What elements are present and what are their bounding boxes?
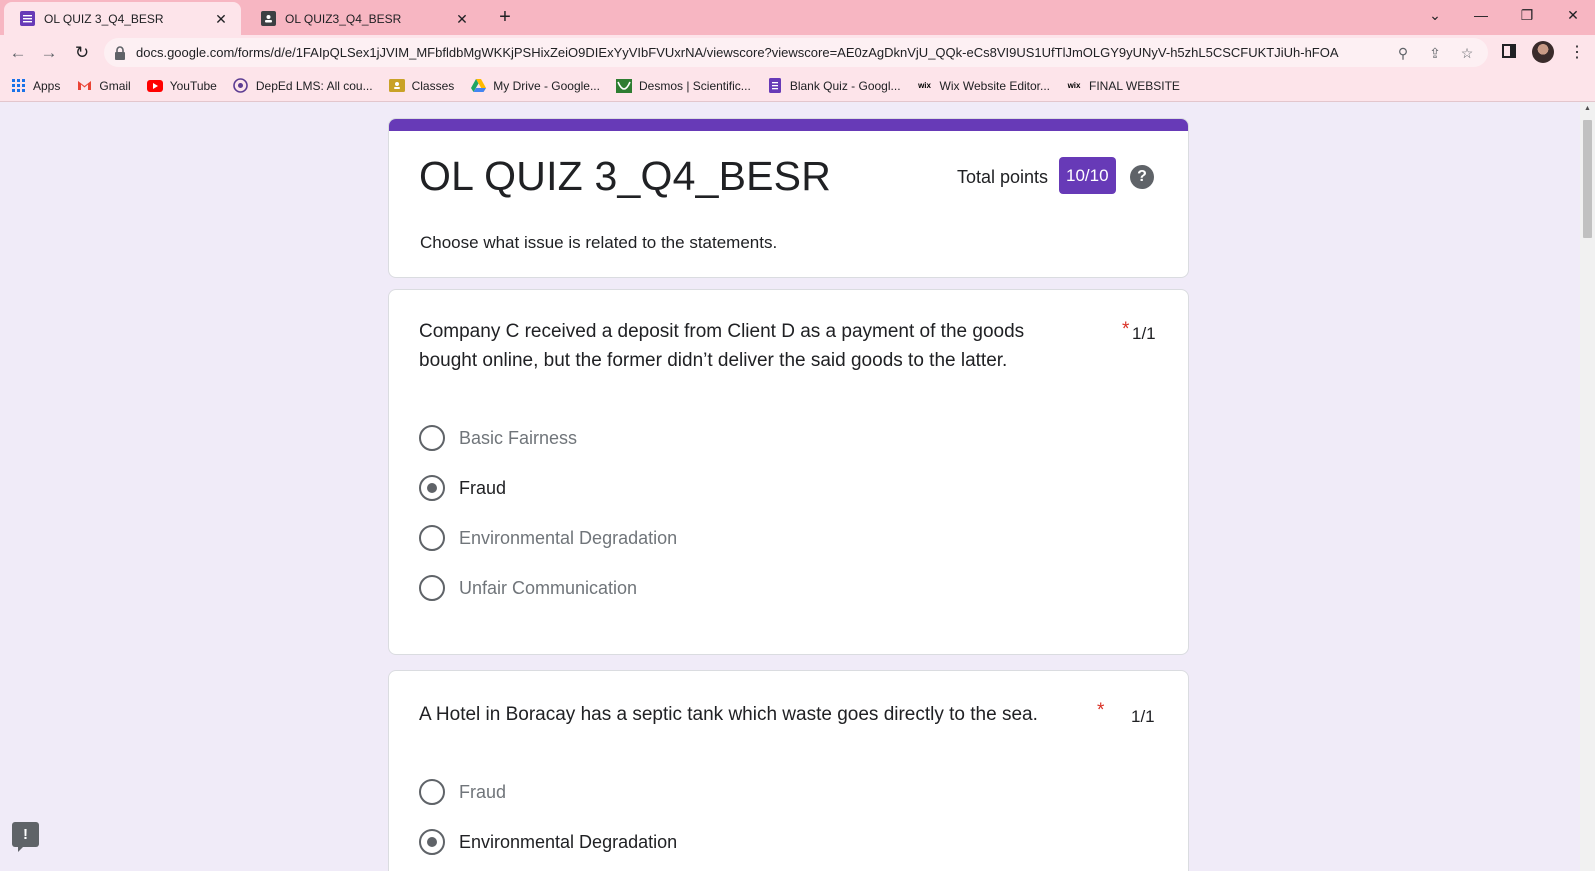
forward-icon[interactable]: → bbox=[37, 41, 61, 65]
option-label: Unfair Communication bbox=[459, 577, 638, 598]
question-text: Company C received a deposit from Client… bbox=[419, 321, 1025, 371]
bookmark-item[interactable]: DepEd LMS: All cou... bbox=[233, 78, 373, 94]
question-text: A Hotel in Boracay has a septic tank whi… bbox=[419, 704, 1038, 725]
form-header-card: OL QUIZ 3_Q4_BESR Choose what issue is r… bbox=[388, 118, 1189, 278]
tab-search-icon[interactable]: ⌄ bbox=[1420, 4, 1450, 26]
browser-toolbar: ← → ↻ docs.google.com/forms/d/e/1FAIpQLS… bbox=[0, 35, 1595, 70]
form-description: Choose what issue is related to the stat… bbox=[420, 233, 778, 252]
contact-card-icon bbox=[261, 11, 276, 26]
bookmark-label: Wix Website Editor... bbox=[939, 78, 1051, 93]
bookmark-item[interactable]: YouTube bbox=[146, 78, 217, 94]
apps-grid-icon bbox=[10, 78, 26, 94]
bookmark-label: Gmail bbox=[99, 78, 131, 93]
bookmark-item[interactable]: Blank Quiz - Googl... bbox=[767, 78, 901, 94]
close-tab-icon[interactable]: ✕ bbox=[213, 11, 229, 27]
bookmark-item[interactable]: Classes bbox=[388, 78, 455, 94]
back-icon[interactable]: ← bbox=[6, 41, 30, 65]
google-forms-icon bbox=[20, 11, 35, 26]
bookmark-label: DepEd LMS: All cou... bbox=[255, 78, 373, 93]
page-viewport: OL QUIZ 3_Q4_BESR Choose what issue is r… bbox=[0, 102, 1580, 871]
reload-icon[interactable]: ↻ bbox=[70, 41, 94, 65]
help-icon[interactable]: ? bbox=[1130, 165, 1154, 189]
scroll-up-icon[interactable]: ▲ bbox=[1583, 104, 1592, 113]
question-points: 1/1 bbox=[1132, 324, 1156, 343]
scrollbar-thumb[interactable] bbox=[1583, 120, 1592, 238]
share-icon[interactable]: ⇪ bbox=[1424, 42, 1446, 64]
option-label: Fraud bbox=[459, 781, 507, 802]
bookmark-item[interactable]: Apps bbox=[10, 78, 60, 94]
close-window-icon[interactable]: ✕ bbox=[1558, 4, 1588, 26]
header-accent-bar bbox=[389, 119, 1188, 131]
bookmark-item[interactable]: wix FINAL WEBSITE bbox=[1066, 78, 1180, 94]
bookmark-label: Apps bbox=[33, 78, 61, 93]
bookmark-label: FINAL WEBSITE bbox=[1089, 78, 1180, 93]
close-tab-icon[interactable]: ✕ bbox=[454, 11, 470, 27]
tab-title: OL QUIZ 3_Q4_BESR bbox=[44, 11, 164, 26]
option-basic-fairness[interactable]: Basic Fairness bbox=[419, 423, 577, 453]
desmos-icon bbox=[615, 78, 632, 94]
option-unfair-communication[interactable]: Unfair Communication bbox=[419, 573, 637, 603]
required-asterisk: * bbox=[1097, 700, 1105, 721]
address-bar[interactable]: docs.google.com/forms/d/e/1FAIpQLSex1jJV… bbox=[104, 38, 1488, 67]
bookmark-item[interactable]: Desmos | Scientific... bbox=[615, 78, 751, 94]
side-panel-icon[interactable] bbox=[1502, 44, 1516, 58]
bookmark-label: Blank Quiz - Googl... bbox=[789, 78, 901, 93]
option-label: Environmental Degradation bbox=[459, 527, 678, 548]
restore-icon[interactable]: ❐ bbox=[1512, 4, 1542, 26]
option-fraud[interactable]: Fraud bbox=[419, 777, 506, 807]
required-asterisk: * bbox=[1122, 319, 1130, 340]
bookmark-star-icon[interactable]: ☆ bbox=[1456, 42, 1478, 64]
lock-icon bbox=[115, 45, 125, 60]
bookmark-item[interactable]: Gmail bbox=[76, 78, 131, 94]
zoom-icon[interactable]: ⚲ bbox=[1392, 42, 1414, 64]
tab-ol-quiz3[interactable]: OL QUIZ3_Q4_BESR ✕ bbox=[245, 2, 482, 35]
bookmark-label: YouTube bbox=[169, 78, 217, 93]
bookmark-label: My Drive - Google... bbox=[493, 78, 600, 93]
url-text: docs.google.com/forms/d/e/1FAIpQLSex1jJV… bbox=[136, 45, 1339, 60]
radio-button-checked[interactable] bbox=[419, 475, 445, 501]
youtube-icon bbox=[146, 78, 163, 94]
radio-button-checked[interactable] bbox=[419, 829, 445, 855]
browser-menu-icon[interactable]: ⋮ bbox=[1567, 41, 1587, 65]
radio-button[interactable] bbox=[419, 425, 445, 451]
bookmarks-bar: Apps Gmail YouTube DepEd LMS: All cou... Cla… bbox=[0, 70, 1595, 102]
classroom-icon bbox=[388, 78, 405, 94]
form-title: OL QUIZ 3_Q4_BESR bbox=[419, 153, 832, 199]
tab-strip: OL QUIZ 3_Q4_BESR ✕ OL QUIZ3_Q4_BESR ✕ +… bbox=[0, 0, 1595, 35]
score-badge: 10/10 bbox=[1059, 157, 1116, 194]
option-label: Basic Fairness bbox=[459, 427, 578, 448]
tab-ol-quiz-3[interactable]: OL QUIZ 3_Q4_BESR ✕ bbox=[4, 2, 241, 35]
option-label: Environmental Degradation bbox=[459, 831, 678, 852]
radio-button[interactable] bbox=[419, 525, 445, 551]
tab-title: OL QUIZ3_Q4_BESR bbox=[285, 11, 402, 26]
question-points: 1/1 bbox=[1131, 707, 1155, 726]
forms-icon bbox=[767, 78, 783, 94]
total-points-label: Total points bbox=[957, 167, 1049, 187]
profile-avatar[interactable] bbox=[1532, 41, 1554, 63]
question-card-2: A Hotel in Boracay has a septic tank whi… bbox=[388, 670, 1189, 871]
option-environmental-degradation[interactable]: Environmental Degradation bbox=[419, 523, 677, 553]
drive-icon bbox=[470, 78, 486, 94]
radio-button[interactable] bbox=[419, 575, 445, 601]
page-scrollbar[interactable]: ▲ bbox=[1580, 102, 1595, 871]
option-fraud[interactable]: Fraud bbox=[419, 473, 506, 503]
wix-icon: wix bbox=[1067, 81, 1081, 90]
bookmark-label: Classes bbox=[411, 78, 455, 93]
gmail-icon bbox=[76, 78, 92, 94]
question-card-1: Company C received a deposit from Client… bbox=[388, 289, 1189, 655]
bookmark-label: Desmos | Scientific... bbox=[638, 78, 751, 93]
option-label: Fraud bbox=[459, 477, 507, 498]
report-feedback-icon[interactable]: ! bbox=[12, 822, 39, 852]
minimize-icon[interactable]: — bbox=[1466, 4, 1496, 26]
wix-icon: wix bbox=[918, 81, 931, 90]
option-environmental-degradation[interactable]: Environmental Degradation bbox=[419, 827, 677, 857]
bookmark-item[interactable]: My Drive - Google... bbox=[470, 78, 600, 94]
bookmark-item[interactable]: wix Wix Website Editor... bbox=[917, 78, 1050, 94]
radio-button[interactable] bbox=[419, 779, 445, 805]
new-tab-button[interactable]: + bbox=[494, 6, 516, 28]
deped-icon bbox=[233, 78, 249, 94]
